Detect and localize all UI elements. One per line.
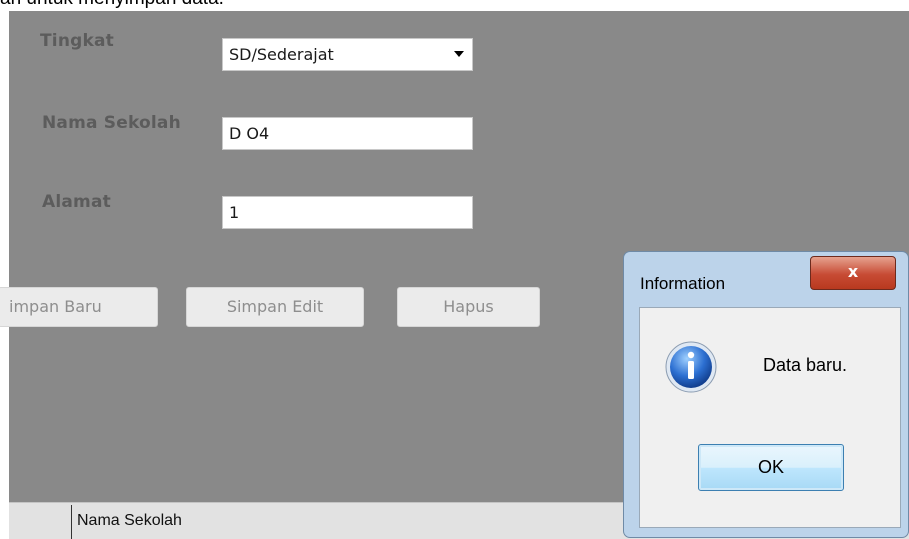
nama-sekolah-label: Nama Sekolah [42,113,181,133]
info-icon [665,341,717,393]
alamat-input[interactable]: 1 [222,196,473,229]
alamat-label: Alamat [42,192,111,212]
instruction-text: an untuk menyimpan data. [0,0,600,10]
status-text: Nama Sekolah [77,512,182,529]
alamat-value: 1 [229,203,240,222]
tingkat-label: Tingkat [40,31,114,51]
simpan-baru-button[interactable]: impan Baru [0,287,158,327]
close-button[interactable]: x [810,256,896,290]
dialog-message: Data baru. [763,355,848,375]
ok-button[interactable]: OK [698,444,844,491]
dialog-body: Data baru. OK [639,307,901,528]
status-separator [71,505,72,539]
nama-sekolah-value: D O4 [229,124,270,143]
simpan-edit-button[interactable]: Simpan Edit [186,287,364,327]
tingkat-combobox[interactable]: SD/Sederajat [222,38,473,71]
tingkat-value: SD/Sederajat [229,45,334,64]
nama-sekolah-input[interactable]: D O4 [222,117,473,150]
dialog-title: Information [640,274,726,293]
information-dialog: Information x Data baru. OK [623,251,909,538]
chevron-down-icon[interactable] [454,51,464,57]
hapus-button[interactable]: Hapus [397,287,540,327]
